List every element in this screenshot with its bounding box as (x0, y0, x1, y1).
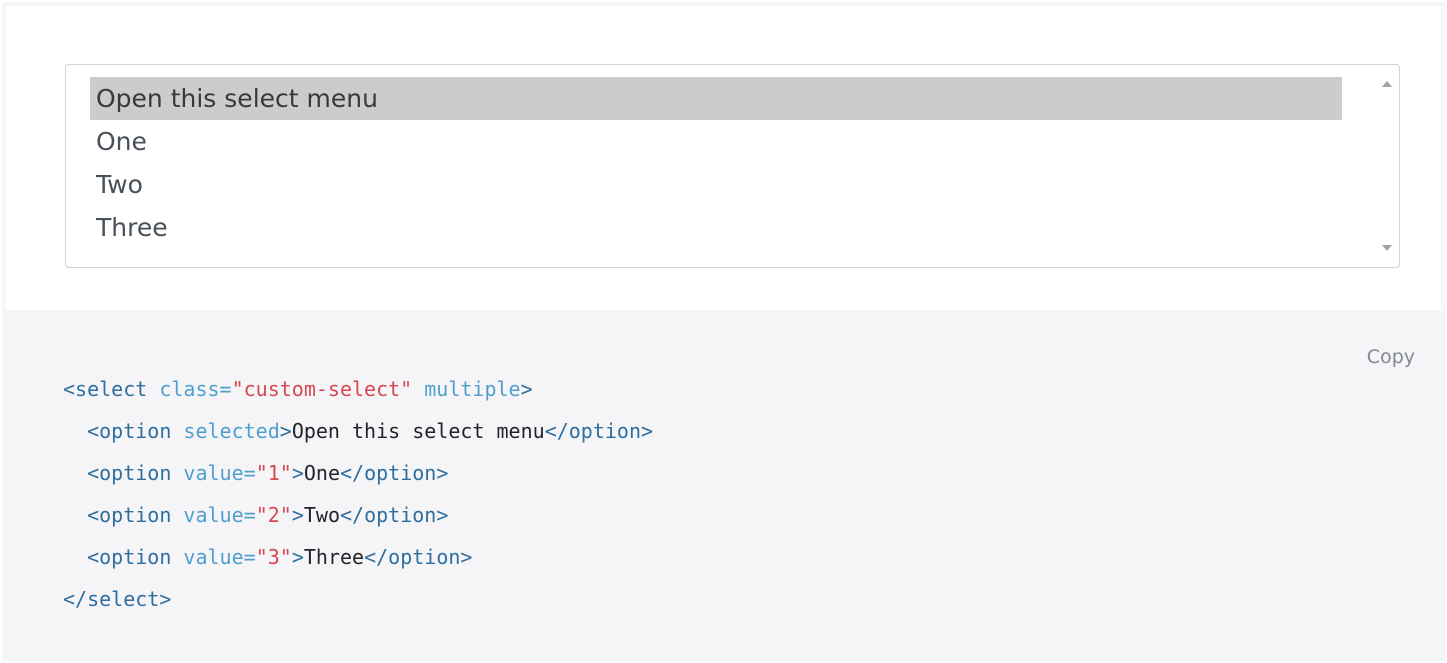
select-option[interactable]: Two (90, 163, 1342, 206)
code-token: > (291, 461, 304, 485)
code-token: > (279, 419, 292, 443)
code-token: <option (87, 461, 172, 485)
example-preview: Open this select menu One Two Three (2, 2, 1445, 310)
code-snippet: <select class="custom-select" multiple> … (63, 368, 653, 620)
code-block: Copy <select class="custom-select" multi… (2, 310, 1445, 661)
code-token: value= (171, 545, 256, 569)
code-token: </option> (364, 545, 473, 569)
code-token: One (303, 461, 340, 485)
code-token: Open this select menu (291, 419, 545, 443)
code-token: > (291, 545, 304, 569)
code-token: > (520, 377, 533, 401)
code-token: </option> (339, 503, 449, 527)
code-token: <option (87, 545, 172, 569)
code-token: Two (303, 503, 340, 527)
scroll-down-arrow-icon[interactable] (1382, 245, 1392, 251)
code-token: "1" (255, 461, 292, 485)
custom-select-multiple[interactable]: Open this select menu One Two Three (65, 64, 1400, 268)
code-token: </select> (63, 587, 172, 611)
code-token: "custom-select" (231, 377, 413, 401)
code-token: selected (171, 419, 280, 443)
select-option[interactable]: Three (90, 206, 1342, 249)
code-token: <select (63, 377, 148, 401)
option-list: Open this select menu One Two Three (90, 77, 1342, 249)
select-scrollbar[interactable] (1373, 65, 1399, 267)
code-token: > (291, 503, 304, 527)
page: Open this select menu One Two Three Copy… (0, 0, 1447, 663)
copy-button[interactable]: Copy (1367, 346, 1415, 368)
code-token: class= (147, 377, 232, 401)
code-token: <option (87, 503, 172, 527)
code-token: </option> (339, 461, 449, 485)
code-token: </option> (544, 419, 654, 443)
scroll-up-arrow-icon[interactable] (1382, 81, 1392, 87)
code-token: Three (303, 545, 365, 569)
select-option[interactable]: One (90, 120, 1342, 163)
code-token: <option (87, 419, 172, 443)
code-token: "3" (255, 545, 292, 569)
code-token: "2" (255, 503, 292, 527)
code-token: value= (171, 503, 256, 527)
code-token: multiple (412, 377, 521, 401)
select-option[interactable]: Open this select menu (90, 77, 1342, 120)
code-token: value= (171, 461, 256, 485)
